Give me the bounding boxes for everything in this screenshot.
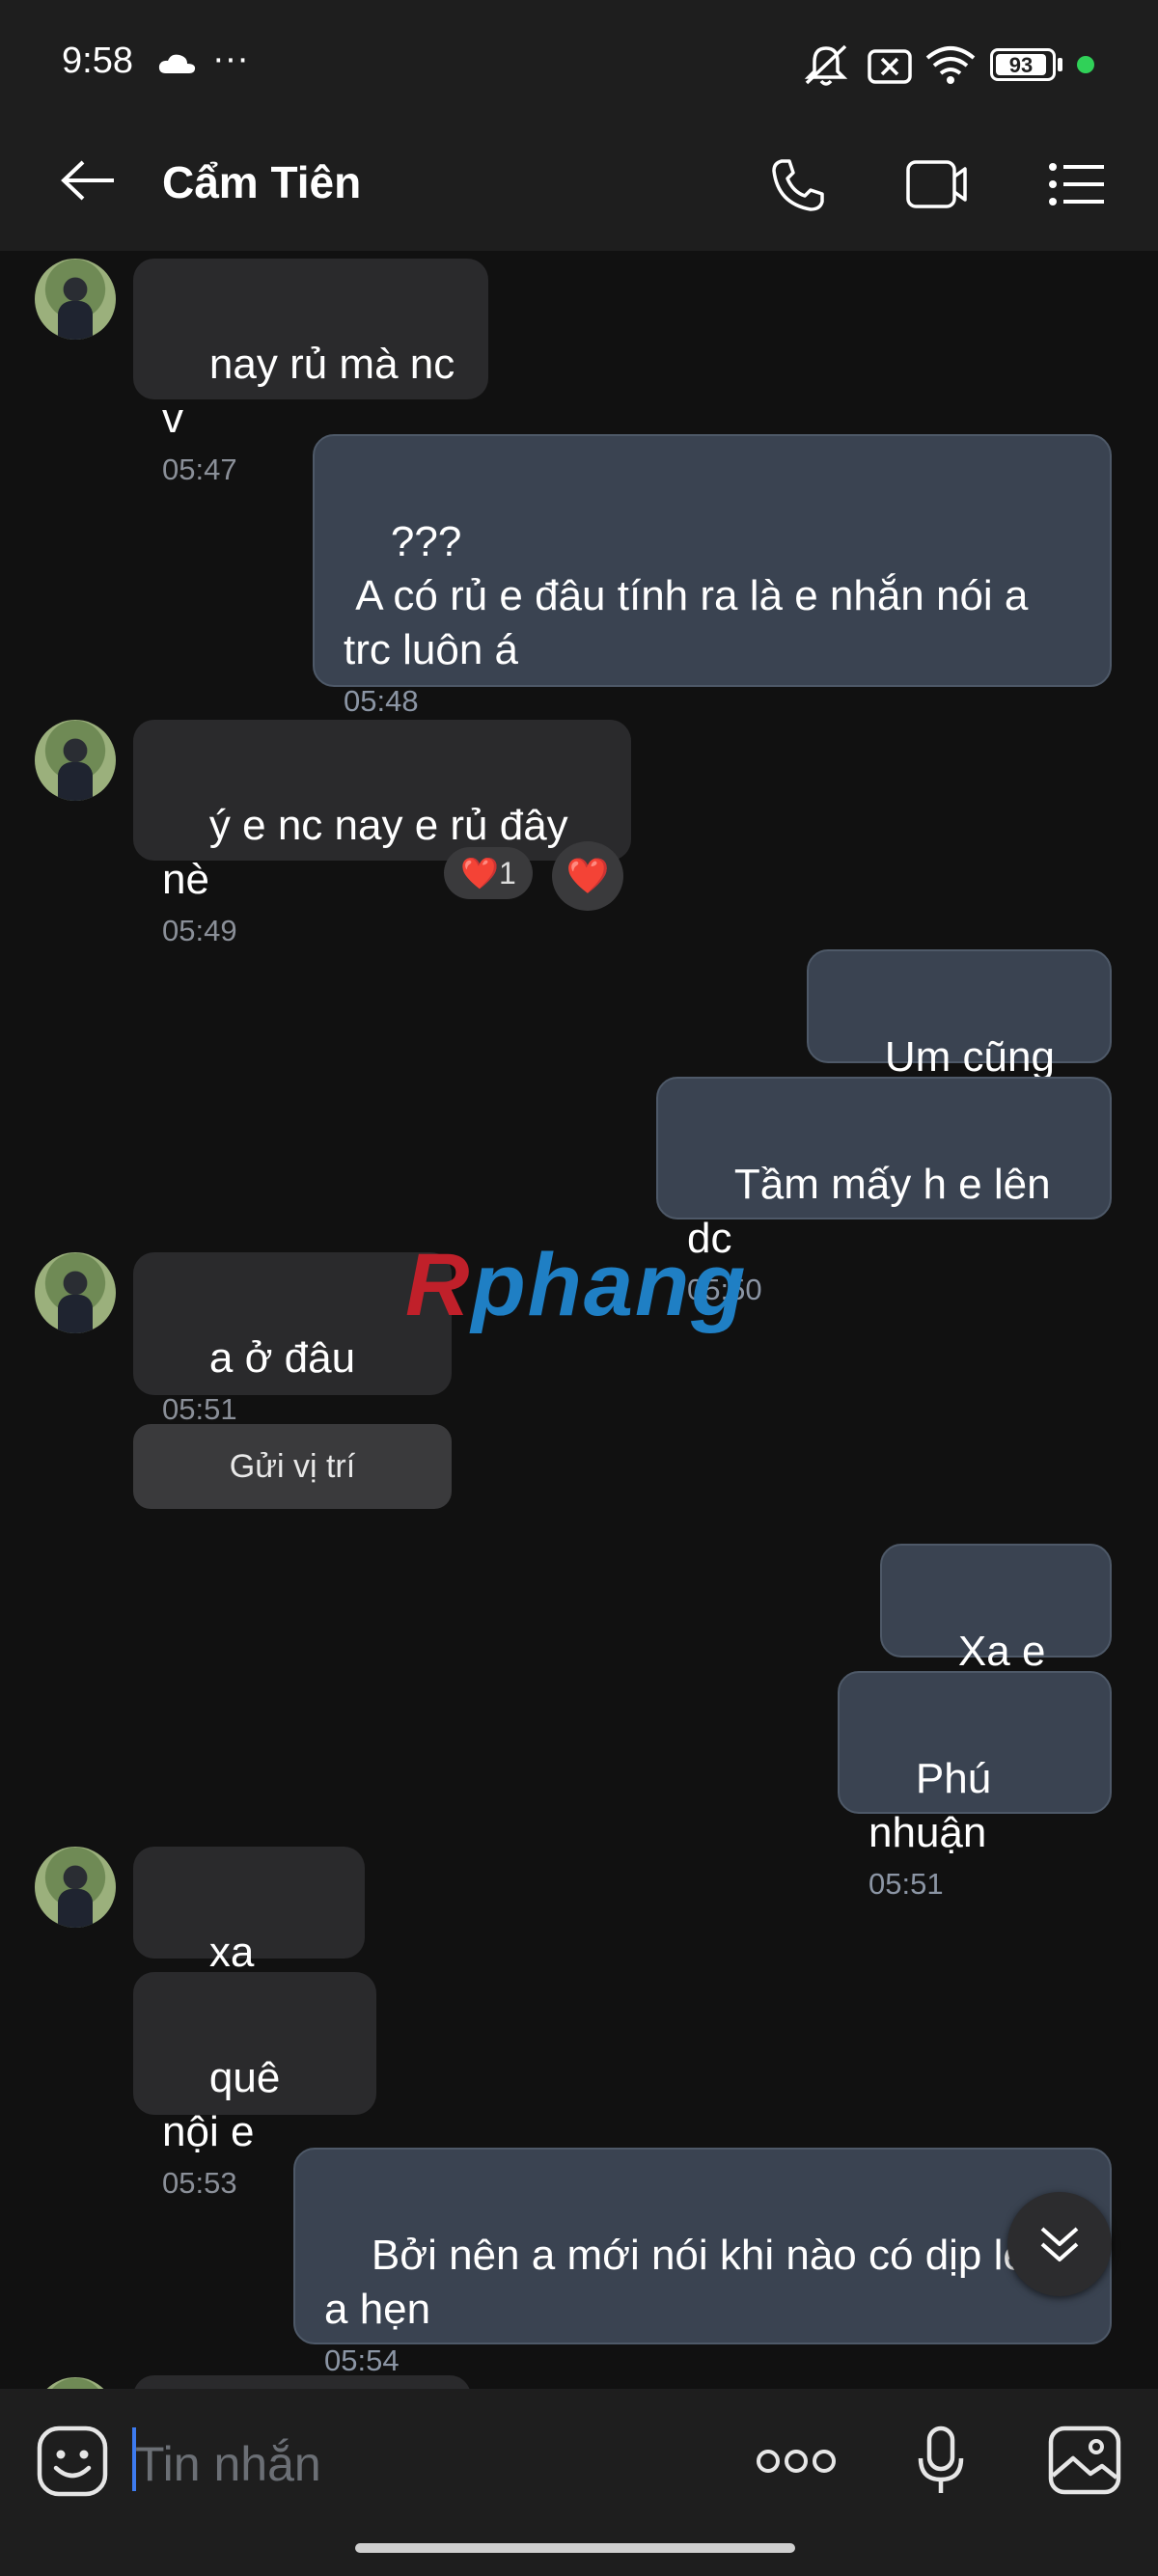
heart-icon: ❤️ (565, 856, 610, 895)
scroll-to-bottom-button[interactable] (1007, 2192, 1112, 2296)
send-location-label: Gửi vị trí (229, 1447, 356, 1485)
message-text: a ở đâu (208, 1334, 356, 1382)
message-text: Bởi nên a mới nói khi nào có dịp lên a h… (324, 2232, 1050, 2333)
message-bubble-outgoing[interactable]: ??? A có rủ e đâu tính ra là e nhắn nói … (313, 434, 1112, 718)
message-time: 05:51 (868, 1867, 944, 1901)
message-bubble-outgoing[interactable]: Bởi nên a mới nói khi nào có dịp lên a h… (293, 2148, 1112, 2377)
more-dots-icon[interactable] (755, 2447, 838, 2476)
message-bubble-outgoing[interactable]: Tầm mấy h e lên dc 05:50 (656, 1077, 1112, 1306)
send-location-button[interactable]: Gửi vị trí (133, 1424, 452, 1509)
message-bubble-incoming[interactable]: quê nội e 05:53 (133, 1972, 376, 2200)
message-bubble-incoming[interactable]: ý e nc nay e rủ đây nè 05:49 (133, 720, 631, 947)
message-time: 05:49 (162, 914, 237, 947)
avatar[interactable] (35, 259, 116, 340)
watermark-logo: Rphang (405, 1236, 748, 1334)
reaction-count: ❤️1 (460, 856, 516, 891)
avatar[interactable] (35, 2377, 116, 2389)
message-text: ??? A có rủ e đâu tính ra là e nhắn nói … (344, 518, 1029, 673)
message-bubble-outgoing[interactable]: Xa e á (880, 1544, 1112, 1729)
message-text: nay rủ mà nc v (162, 341, 467, 442)
message-bubble-incoming[interactable] (133, 2375, 471, 2389)
add-reaction-heart-button[interactable]: ❤️ (552, 841, 623, 911)
avatar[interactable] (35, 720, 116, 801)
image-icon[interactable] (1048, 2425, 1121, 2495)
message-bubble-incoming[interactable]: xa thttt (133, 1847, 365, 2030)
message-bubble-incoming[interactable]: a ở đâu 05:51 (133, 1252, 452, 1426)
message-time: 05:48 (344, 684, 419, 718)
message-time: 05:54 (324, 2343, 400, 2377)
home-indicator[interactable] (355, 2543, 795, 2553)
message-text: Phú nhuận (868, 1755, 1004, 1856)
message-text: quê nội e (162, 2054, 292, 2155)
double-chevron-down-icon (1040, 2227, 1079, 2261)
message-time: 05:51 (162, 1392, 237, 1426)
avatar[interactable] (35, 1847, 116, 1928)
message-bubble-outgoing[interactable]: Um cũng đc (807, 949, 1112, 1135)
message-input[interactable]: Tin nhắn (135, 2436, 321, 2492)
message-bubble-incoming[interactable]: nay rủ mà nc v 05:47 (133, 259, 488, 486)
message-list[interactable]: nay rủ mà nc v 05:47 ??? A có rủ e đâu tí… (0, 0, 1158, 2389)
microphone-icon[interactable] (917, 2425, 965, 2497)
message-bubble-outgoing[interactable]: Phú nhuận 05:51 (838, 1671, 1112, 1901)
reaction-count-badge[interactable]: ❤️1 (444, 847, 533, 899)
sticker-icon[interactable] (37, 2425, 108, 2497)
avatar[interactable] (35, 1252, 116, 1333)
